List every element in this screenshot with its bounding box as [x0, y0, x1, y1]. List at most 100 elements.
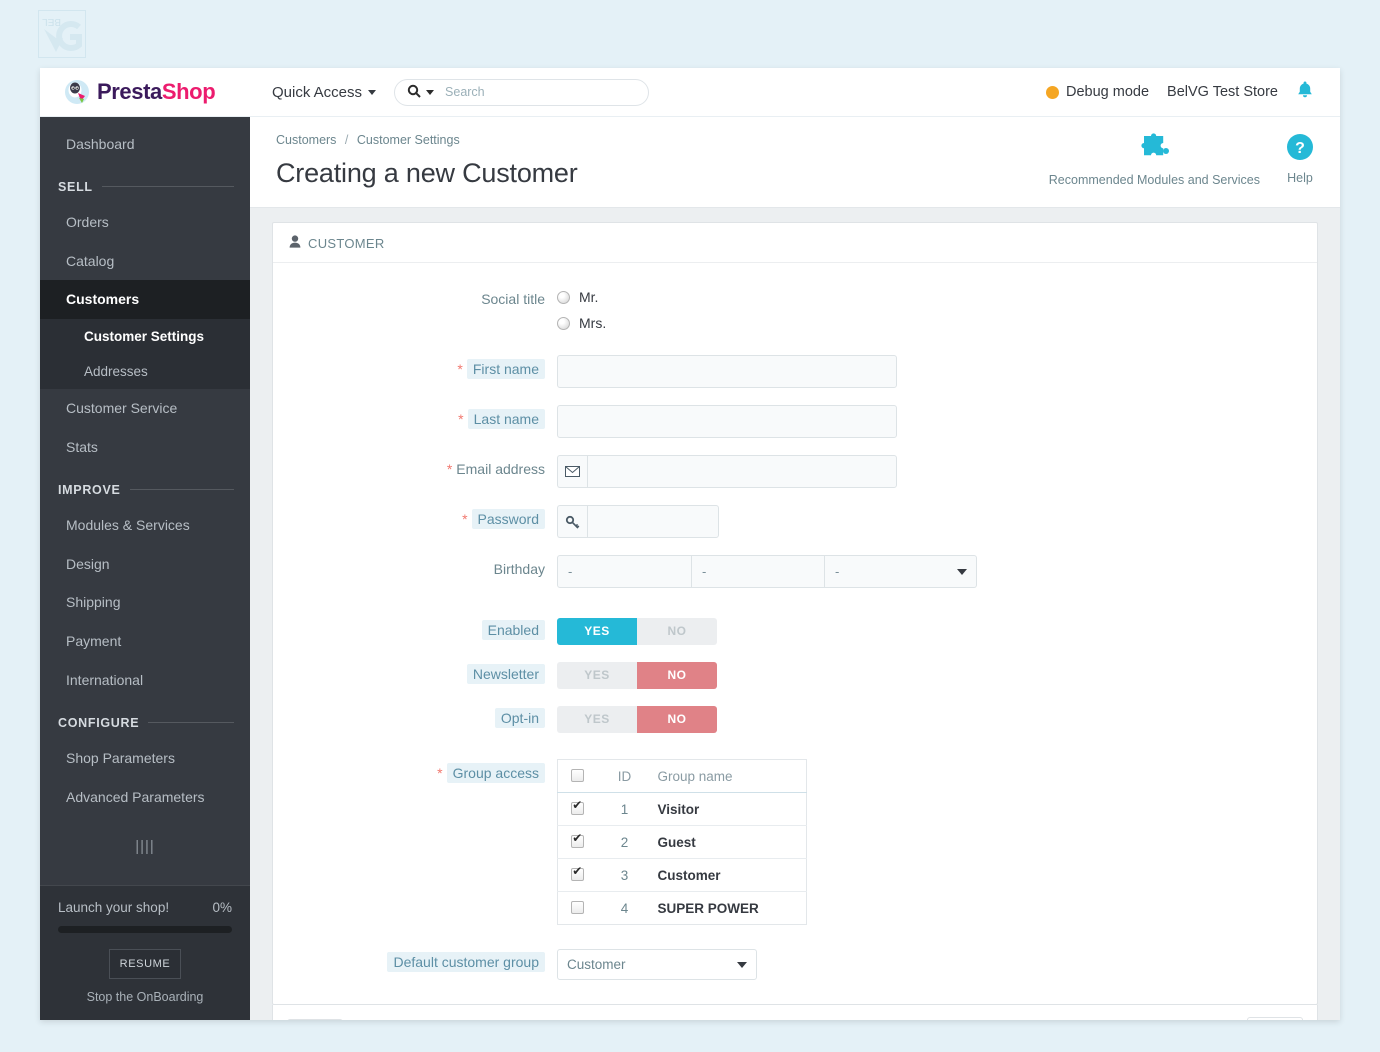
table-row[interactable]: 3 Customer [557, 858, 807, 892]
sidebar-item-customer-settings[interactable]: Customer Settings [58, 319, 250, 354]
newsletter-no-option[interactable]: NO [637, 662, 717, 689]
panel-body: Social title Mr. Mrs. * First name * Las… [273, 263, 1317, 1004]
help-button[interactable]: ? Help [1286, 133, 1314, 185]
optin-no-option[interactable]: NO [637, 706, 717, 733]
breadcrumb-item-customers[interactable]: Customers [276, 133, 336, 147]
enabled-no-option[interactable]: NO [637, 618, 717, 645]
sidebar-item-label: Addresses [84, 364, 148, 380]
row-id: 3 [597, 858, 652, 892]
sidebar-item-label: Orders [66, 213, 109, 230]
radio-mr-icon[interactable] [557, 290, 570, 304]
save-button[interactable]: Save [1247, 1017, 1303, 1020]
sidebar-item-shop-parameters[interactable]: Shop Parameters [40, 739, 250, 778]
sidebar-item-customer-service[interactable]: Customer Service [40, 389, 250, 428]
group-checkbox[interactable] [571, 865, 585, 882]
onboarding-resume-button[interactable]: RESUME [109, 949, 181, 979]
last-name-control [557, 405, 1301, 438]
search-box[interactable] [394, 78, 650, 106]
birthday-month-select[interactable]: - [692, 555, 825, 588]
notifications-bell-icon[interactable] [1296, 80, 1314, 105]
sidebar-item-label: Customer Settings [84, 329, 205, 345]
default-customer-group-select[interactable]: Customer [557, 949, 757, 980]
onboarding-panel: Launch your shop! 0% RESUME Stop the OnB… [40, 885, 250, 1020]
quick-access-menu[interactable]: Quick Access [272, 84, 377, 101]
sidebar-item-design[interactable]: Design [40, 545, 250, 584]
first-name-input[interactable] [557, 355, 897, 388]
enabled-label-text: Enabled [481, 620, 545, 640]
select-all-checkbox[interactable] [571, 769, 585, 783]
sidebar-item-shipping[interactable]: Shipping [40, 583, 250, 622]
newsletter-toggle[interactable]: YES NO [557, 662, 717, 689]
group-checkbox[interactable] [571, 799, 585, 816]
default-group-label: Default customer group [289, 949, 557, 972]
sidebar-collapse-handle-icon[interactable]: |||| [40, 816, 250, 881]
sidebar-item-catalog[interactable]: Catalog [40, 242, 250, 281]
last-name-input[interactable] [557, 405, 897, 438]
email-control [557, 455, 1301, 488]
search-scope-chevron-icon[interactable] [426, 89, 435, 95]
optin-toggle[interactable]: YES NO [557, 706, 717, 733]
email-input[interactable] [587, 455, 897, 488]
sidebar-item-label: Stats [66, 438, 98, 455]
optin-yes-option[interactable]: YES [557, 706, 637, 733]
sidebar-item-addresses[interactable]: Addresses [58, 354, 250, 389]
required-asterisk: * [462, 511, 468, 527]
search-input[interactable] [443, 84, 637, 100]
newsletter-control: YES NO [557, 662, 1301, 689]
sidebar-scroll-area: Dashboard SELL Orders Catalog Customers [40, 117, 250, 885]
optin-control: YES NO [557, 706, 1301, 733]
newsletter-label: Newsletter [289, 662, 557, 684]
row-id: 2 [597, 825, 652, 859]
table-row[interactable]: 4 SUPER POWER [558, 892, 807, 925]
sidebar-item-orders[interactable]: Orders [40, 203, 250, 242]
required-asterisk: * [446, 461, 453, 477]
sidebar-item-customers[interactable]: Customers [40, 280, 250, 320]
radio-option-mrs[interactable]: Mrs. [557, 311, 1301, 335]
sidebar-item-modules-services[interactable]: Modules & Services [40, 506, 250, 545]
sidebar-item-payment[interactable]: Payment [40, 622, 250, 661]
row-checkbox-cell [557, 825, 598, 859]
field-group-access: * Group access ID Group name ✔ 1 Visitor… [289, 759, 1301, 925]
password-input-group [557, 505, 1301, 538]
group-access-table-body: 1 Visitor 2 Guest [557, 792, 807, 925]
sidebar-item-advanced-parameters[interactable]: Advanced Parameters [40, 778, 250, 817]
sidebar-item-stats[interactable]: Stats [40, 428, 250, 467]
sidebar-item-international[interactable]: International [40, 661, 250, 700]
enabled-yes-option[interactable]: YES [557, 618, 637, 645]
group-checkbox[interactable] [571, 901, 585, 915]
radio-mrs-label: Mrs. [579, 315, 607, 331]
field-first-name: * First name [289, 355, 1301, 388]
debug-mode-indicator[interactable]: Debug mode [1046, 84, 1149, 100]
sidebar-section-improve: IMPROVE [40, 467, 250, 506]
help-question-icon: ? [1286, 134, 1314, 165]
field-social-title: Social title Mr. Mrs. [289, 285, 1301, 335]
password-input[interactable] [587, 505, 719, 538]
group-access-table-head: ID Group name [557, 759, 807, 793]
admin-app-window: PrestaShop Quick Access Debug mode BelVG… [40, 68, 1340, 1020]
radio-mrs-icon[interactable] [557, 316, 570, 330]
recommended-modules-button[interactable]: Recommended Modules and Services [1049, 133, 1260, 187]
radio-option-mr[interactable]: Mr. [557, 285, 1301, 309]
sidebar-item-dashboard[interactable]: Dashboard [40, 125, 250, 164]
enabled-toggle[interactable]: YES NO [557, 618, 717, 645]
form-footer-actions: ✖ Cancel Save [272, 1005, 1318, 1020]
newsletter-yes-option[interactable]: YES [557, 662, 637, 689]
onboarding-stop-link[interactable]: Stop the OnBoarding [58, 990, 232, 1004]
customer-form-panel: CUSTOMER Social title Mr. Mrs. * First n… [272, 222, 1318, 1005]
group-access-table: ID Group name ✔ 1 Visitor ✔ 2 Guest ✔ 3 … [557, 759, 807, 925]
sidebar-item-label: Customers [66, 291, 140, 308]
group-checkbox[interactable] [571, 832, 585, 849]
store-name-link[interactable]: BelVG Test Store [1167, 84, 1278, 100]
breadcrumb-item-customer-settings[interactable]: Customer Settings [357, 133, 460, 147]
birthday-year-select[interactable]: - [825, 555, 977, 588]
field-enabled: Enabled YES NO [289, 618, 1301, 645]
chevron-down-icon [368, 89, 377, 95]
puzzle-piece-icon [1137, 133, 1171, 167]
birthday-day-select[interactable]: - [557, 555, 692, 588]
top-header-right: Debug mode BelVG Test Store [1046, 80, 1340, 105]
prestashop-logo[interactable]: PrestaShop [40, 79, 250, 105]
table-row[interactable]: 1 Visitor [557, 792, 807, 826]
cancel-button[interactable]: ✖ Cancel [287, 1019, 343, 1020]
table-row[interactable]: 2 Guest [557, 825, 807, 859]
password-control [557, 505, 1301, 538]
